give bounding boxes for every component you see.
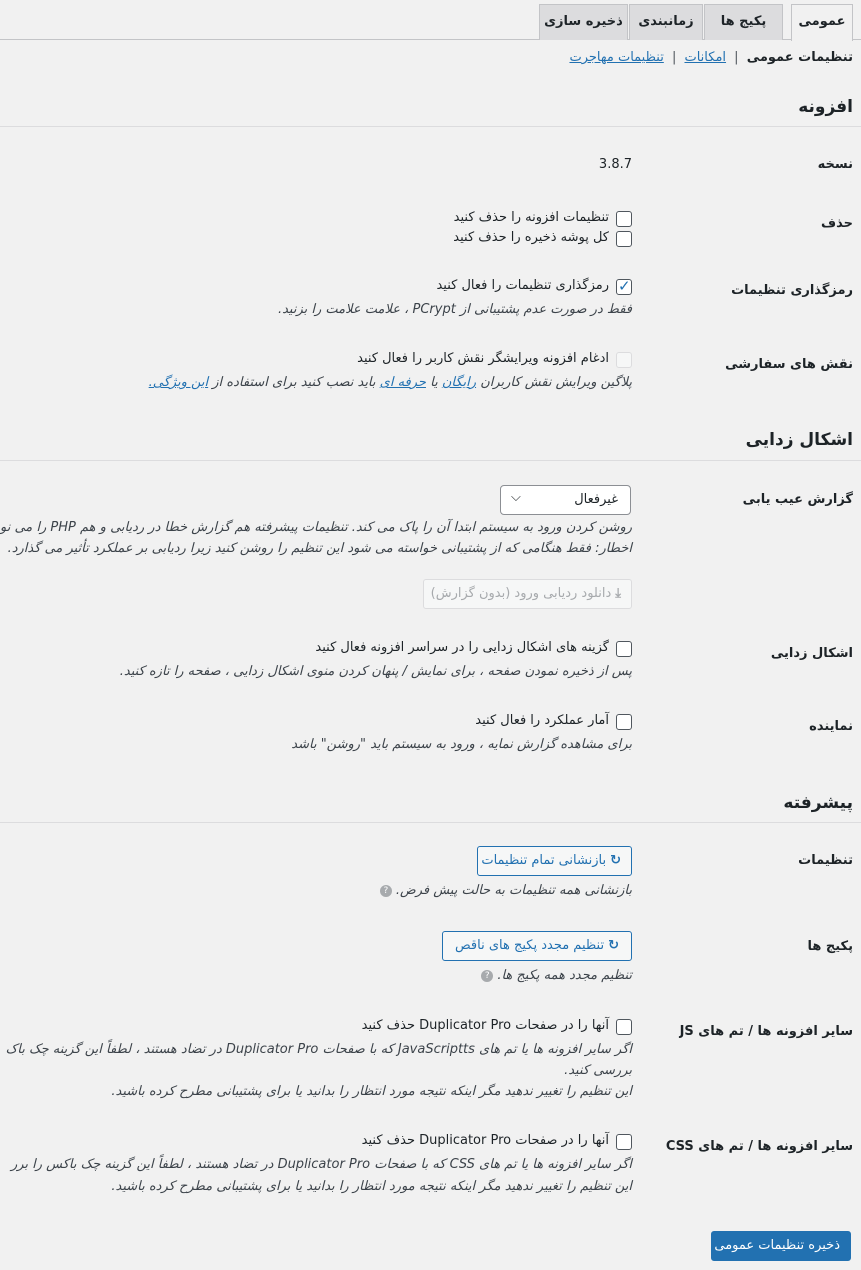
encrypt-description: فقط در صورت عدم پشتیبانی از PCrypt ، علا… [277,302,632,317]
reset-settings-label: بازنشانی تمام تنظیمات [481,853,607,868]
reset-settings-desc-text: بازنشانی همه تنظیمات به حالت پیش فرض. [395,883,632,898]
settings-label: تنظیمات [798,853,853,868]
version-value: 3.8.7 [598,157,632,172]
subnav-separator: | [734,50,739,65]
trace-log-select-value: غیرفعال [574,492,618,507]
download-trace-label: دانلود ردیابی ورود (بدون گزارش) [430,586,612,601]
css-label: سایر افزونه ها / تم های CSS [665,1139,853,1154]
delete-settings-checkbox[interactable] [616,211,632,227]
roles-feature-link[interactable]: این ویژگی. [149,375,208,390]
help-icon[interactable]: ? [379,884,392,897]
roles-free-link[interactable]: رایگان [442,375,476,390]
roles-pro-link[interactable]: حرفه ای [380,375,426,390]
tab-general[interactable]: عمومی [791,4,853,41]
delete-label: حذف [821,216,853,231]
js-option-label: آنها را در صفحات Duplicator Pro حذف کنید [361,1018,609,1033]
encrypt-label: رمزگذاری تنظیمات [731,283,853,298]
section-divider [0,822,861,823]
reset-settings-button[interactable]: ↻بازنشانی تمام تنظیمات [477,846,632,876]
packages-label: پکیج ها [807,939,853,954]
css-option-label: آنها را در صفحات Duplicator Pro حذف کنید [361,1133,609,1148]
save-settings-button[interactable]: ذخیره تنظیمات عمومی [711,1231,851,1261]
profile-description: برای مشاهده گزارش نمایه ، ورود به سیستم … [291,737,632,752]
download-icon: ⤓ [615,586,621,601]
js-warning: این تنظیم را تغییر ندهید مگر اینکه نتیجه… [111,1084,632,1099]
custom-roles-checkbox[interactable] [616,352,632,368]
section-advanced-heading: پیشرفته [783,793,853,813]
roles-desc-prefix: پلاگین ویرایش نقش کاربران [480,375,632,390]
subnav-current: تنظیمات عمومی [746,50,853,65]
js-label: سایر افزونه ها / تم های JS [679,1024,853,1039]
debug-checkbox[interactable] [616,641,632,657]
js-description-2: بررسی کنید. [564,1063,632,1078]
trace-log-warning: اخطار: فقط هنگامی که از پشتیبانی خواسته … [7,541,632,556]
debug-option-label: گزینه های اشکال زدایی را در سراسر افزونه… [315,640,609,655]
download-trace-button[interactable]: ⤓دانلود ردیابی ورود (بدون گزارش) [423,579,632,609]
reset-packages-description: تنظیم مجدد همه پکیج ها.? [481,968,632,983]
js-description: اگر سایر افزونه ها یا تم های JavaScriptt… [5,1042,632,1057]
encrypt-option-label: رمزگذاری تنظیمات را فعال کنید [436,278,609,293]
trace-log-select[interactable]: غیرفعال ⌵ [500,485,631,515]
section-plugin-heading: افزونه [798,97,853,117]
custom-roles-description: پلاگین ویرایش نقش کاربران رایگان یا حرفه… [149,375,632,390]
subnav: تنظیمات عمومی | امکانات | تنظیمات مهاجرت [569,50,853,65]
help-icon[interactable]: ? [481,969,494,982]
version-label: نسخه [817,157,853,172]
trace-log-label: گزارش عیب یابی [742,492,853,507]
chevron-down-icon: ⌵ [511,490,521,505]
tab-schedules[interactable]: زمانبندی [629,4,703,40]
roles-desc-mid: باید نصب کنید برای استفاده از [212,375,376,390]
css-description: اگر سایر افزونه ها یا تم های CSS که با ص… [10,1157,632,1172]
refresh-icon: ↻ [610,853,621,868]
css-warning: این تنظیم را تغییر ندهید مگر اینکه نتیجه… [111,1179,632,1194]
check-icon: ✓ [618,277,631,295]
tab-storage[interactable]: ذخیره سازی [539,4,628,40]
debug-description: پس از ذخیره نمودن صفحه ، برای نمایش / پن… [119,664,632,679]
reset-packages-desc-text: تنظیم مجدد همه پکیج ها. [497,968,632,983]
profile-checkbox[interactable] [616,714,632,730]
section-divider [0,460,861,461]
profile-label: نماینده [809,719,853,734]
section-debug-heading: اشکال زدایی [745,430,853,450]
trace-log-description: روشن کردن ورود به سیستم ابتدا آن را پاک … [0,520,632,535]
reset-packages-button[interactable]: ↻تنظیم مجدد پکیج های ناقص [442,931,632,961]
encrypt-checkbox[interactable]: ✓ [616,277,632,295]
refresh-icon: ↻ [608,938,619,953]
delete-storage-label: کل پوشه ذخیره را حذف کنید [453,230,609,245]
css-checkbox[interactable] [616,1134,632,1150]
settings-tabs: عمومی پکیج ها زمانبندی ذخیره سازی [0,4,861,41]
reset-packages-label: تنظیم مجدد پکیج های ناقص [454,938,605,953]
profile-option-label: آمار عملکرد را فعال کنید [475,713,609,728]
delete-settings-label: تنظیمات افزونه را حذف کنید [453,210,609,225]
js-checkbox[interactable] [616,1019,632,1035]
delete-storage-checkbox[interactable] [616,231,632,247]
debug-label: اشکال زدایی [770,646,853,661]
reset-settings-description: بازنشانی همه تنظیمات به حالت پیش فرض.? [379,883,632,898]
custom-roles-option-label: ادغام افزونه ویرایشگر نقش کاربر را فعال … [357,351,609,366]
subnav-link-migration[interactable]: تنظیمات مهاجرت [569,50,663,65]
tab-packages[interactable]: پکیج ها [704,4,783,40]
subnav-separator: | [671,50,677,65]
roles-or: یا [430,375,438,390]
subnav-link-features[interactable]: امکانات [684,50,726,65]
section-divider [0,126,861,127]
custom-roles-label: نقش های سفارشی [725,357,853,372]
